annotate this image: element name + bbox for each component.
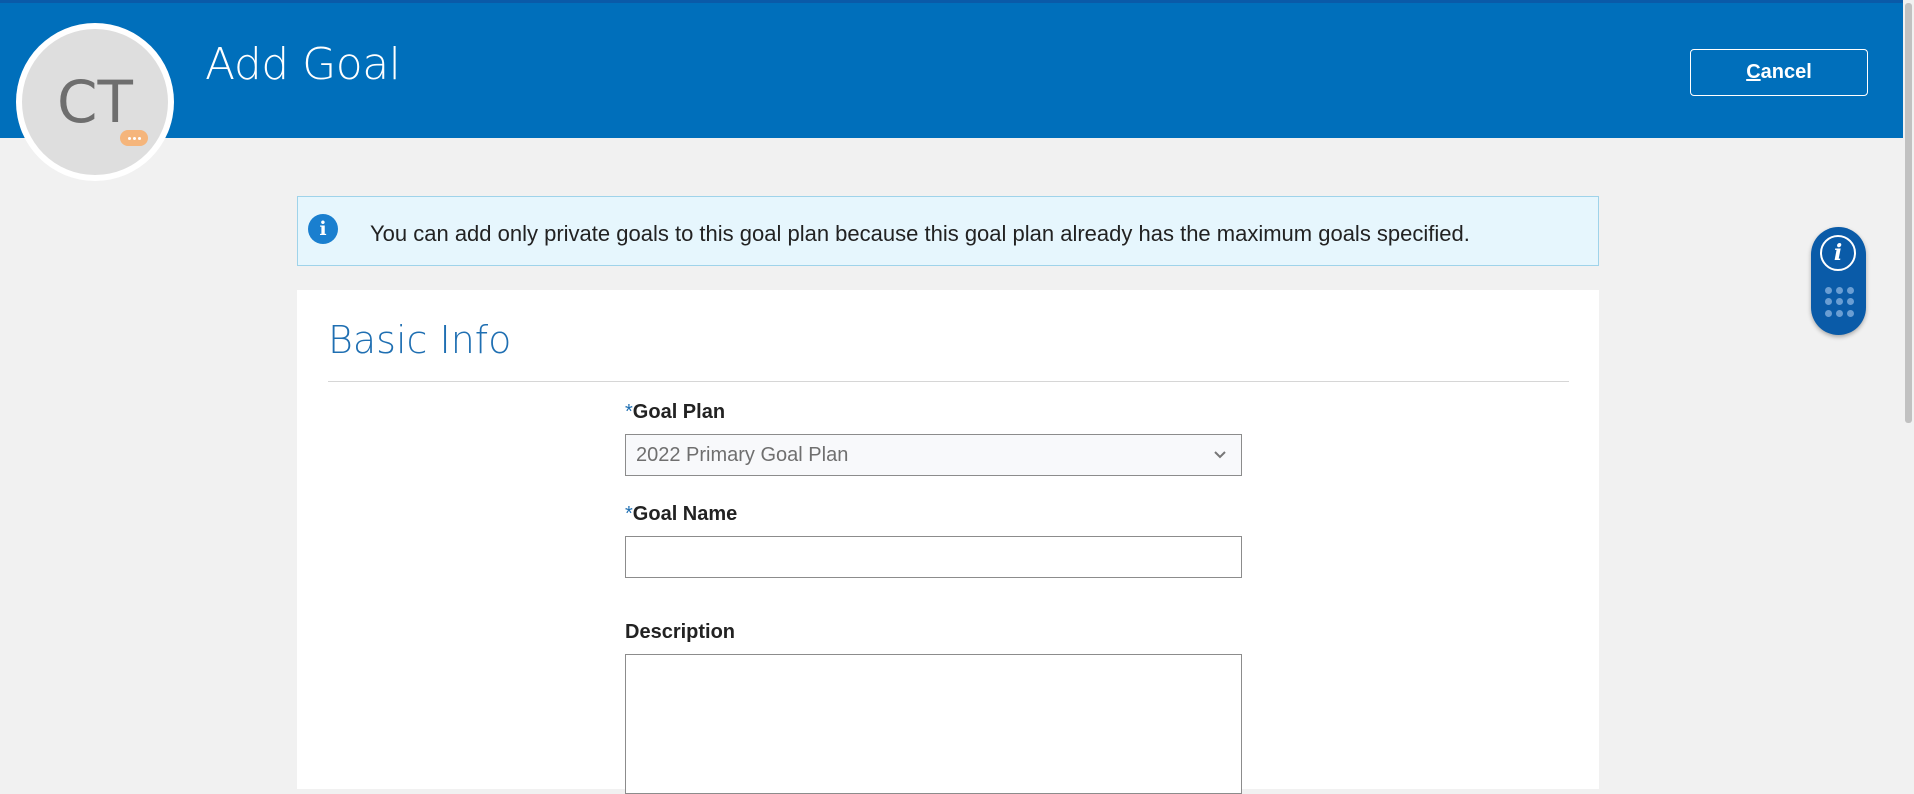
goal-plan-label: *Goal Plan xyxy=(625,401,726,423)
goal-name-input[interactable] xyxy=(625,536,1242,578)
scrollbar-thumb[interactable] xyxy=(1905,3,1912,423)
section-title: Basic Info xyxy=(328,318,512,362)
info-banner: i You can add only private goals to this… xyxy=(297,196,1599,266)
description-label: Description xyxy=(625,621,736,643)
required-marker: * xyxy=(625,503,633,525)
info-icon: i xyxy=(308,214,338,244)
page-header: Add Goal Cancel xyxy=(0,0,1903,138)
presence-badge-icon xyxy=(120,130,148,146)
apps-grid-icon[interactable] xyxy=(1825,287,1855,317)
page-title: Add Goal xyxy=(205,39,401,90)
side-action-panel: i xyxy=(1811,227,1866,335)
goal-plan-select[interactable]: 2022 Primary Goal Plan xyxy=(625,434,1242,476)
info-icon[interactable]: i xyxy=(1820,235,1856,271)
required-marker: * xyxy=(625,401,633,423)
cancel-label: ancel xyxy=(1760,61,1812,83)
avatar-initials: CT xyxy=(22,29,168,175)
basic-info-panel: Basic Info *Goal Plan 2022 Primary Goal … xyxy=(297,290,1599,794)
section-divider xyxy=(328,381,1569,382)
cancel-mnemonic: C xyxy=(1746,61,1761,83)
goal-plan-value: 2022 Primary Goal Plan xyxy=(636,444,849,466)
cancel-button[interactable]: Cancel xyxy=(1690,49,1868,96)
goal-name-label: *Goal Name xyxy=(625,503,738,525)
avatar[interactable]: CT xyxy=(16,23,174,181)
chevron-down-icon xyxy=(1214,451,1226,459)
description-textarea[interactable] xyxy=(625,654,1242,794)
info-banner-message: You can add only private goals to this g… xyxy=(370,221,1470,246)
